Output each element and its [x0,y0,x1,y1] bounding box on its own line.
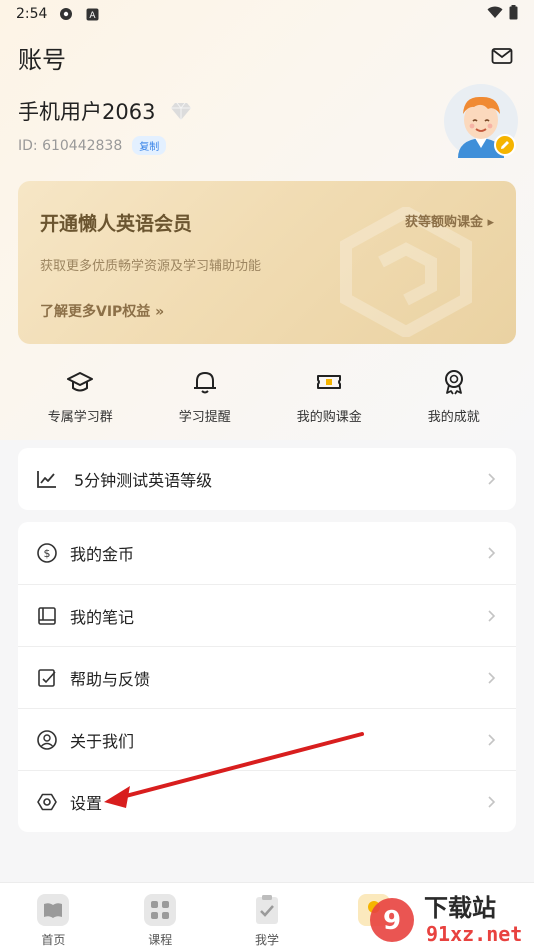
quick-label: 我的购课金 [296,410,362,425]
feedback-icon [38,668,56,687]
menu-label: 我的金币 [70,545,135,564]
svg-text:$: $ [44,547,51,560]
vip-card[interactable]: 开通懒人英语会员 获等额购课金 ▸ 获取更多优质畅学资源及学习辅助功能 了解更多… [18,181,516,344]
user-id: ID: 610442838 [18,137,123,154]
svg-text:9: 9 [383,906,401,936]
quick-label: 我的成就 [427,410,480,425]
quick-achievements[interactable]: 我的成就 [392,368,517,425]
clipboard-check-icon [255,895,278,924]
tab-courses[interactable]: 课程 [107,883,214,950]
coin-icon: $ [37,543,57,563]
svg-text:A: A [89,11,96,21]
watermark-text-bottom: 91xz.net [426,922,522,946]
trend-chart-icon [37,471,56,488]
chevron-right-icon [488,609,496,622]
menu-card: $ 我的金币 我的笔记 帮助与反馈 关于我们 设置 [18,522,516,832]
pencil-icon [501,141,509,149]
quick-actions: 专属学习群 学习提醒 我的购课金 我的成就 [18,368,516,425]
menu-item-about[interactable]: 关于我们 [18,708,516,770]
ticket-icon [317,375,342,389]
english-level-test-label: 5分钟测试英语等级 [74,471,213,490]
vip-subtitle: 获取更多优质畅学资源及学习辅助功能 [40,259,262,274]
status-bar: 2:54 A [0,0,534,28]
tab-home[interactable]: 首页 [0,883,107,950]
diamond-icon [171,102,192,120]
bell-icon [193,372,216,394]
english-level-test-card: 5分钟测试英语等级 [18,448,516,510]
settings-icon [37,793,57,810]
tab-label: 首页 [41,933,66,947]
menu-label: 关于我们 [70,731,135,751]
menu-item-notes[interactable]: 我的笔记 [18,584,516,646]
chevron-right-icon [488,547,496,559]
username-row: 手机用户2063 [18,96,193,126]
wifi-icon [487,6,503,23]
site-watermark: 9 下载站 91xz.net [370,894,522,946]
font-notification-icon: A [85,7,99,21]
page-title: 账号 [18,46,66,74]
quick-label: 专属学习群 [47,410,113,425]
menu-label: 帮助与反馈 [70,669,151,689]
chevron-right-icon [488,473,496,485]
vip-purchase-credit-link[interactable]: 获等额购课金 ▸ [405,211,494,230]
notebook-icon [38,606,56,625]
app-notification-icon [59,7,73,21]
mail-icon[interactable] [490,44,514,68]
username: 手机用户2063 [18,100,156,124]
course-grid-icon [144,894,177,926]
quick-study-reminder[interactable]: 学习提醒 [143,368,268,425]
copy-id-button[interactable]: 复制 [132,136,167,155]
medal-icon [444,370,463,395]
tab-my-study[interactable]: 我学 [214,883,321,950]
chevron-right-icon [488,795,496,808]
edit-avatar-button[interactable] [494,134,516,156]
vip-title: 开通懒人英语会员 [40,213,193,235]
quick-label: 学习提醒 [178,410,231,425]
watermark-text-top: 下载站 [424,894,496,922]
vip-benefits-link[interactable]: 了解更多VIP权益 » [40,301,164,321]
graduation-cap-icon [67,372,94,392]
menu-item-settings[interactable]: 设置 [18,770,516,832]
english-level-test-row[interactable]: 5分钟测试英语等级 [18,448,516,510]
home-book-icon [37,894,70,926]
status-time: 2:54 [16,6,48,22]
user-id-row: ID: 610442838 复制 [18,136,167,155]
menu-label: 设置 [70,793,103,813]
about-icon [37,729,57,750]
quick-course-credit[interactable]: 我的购课金 [267,368,392,425]
menu-label: 我的笔记 [70,607,135,627]
chevron-right-icon [488,733,496,746]
battery-icon [509,4,518,24]
tab-label: 我学 [254,933,279,947]
tab-label: 课程 [148,933,173,947]
quick-study-group[interactable]: 专属学习群 [18,368,143,425]
menu-item-coins[interactable]: $ 我的金币 [18,522,516,584]
menu-item-feedback[interactable]: 帮助与反馈 [18,646,516,708]
chevron-right-icon [488,671,496,684]
